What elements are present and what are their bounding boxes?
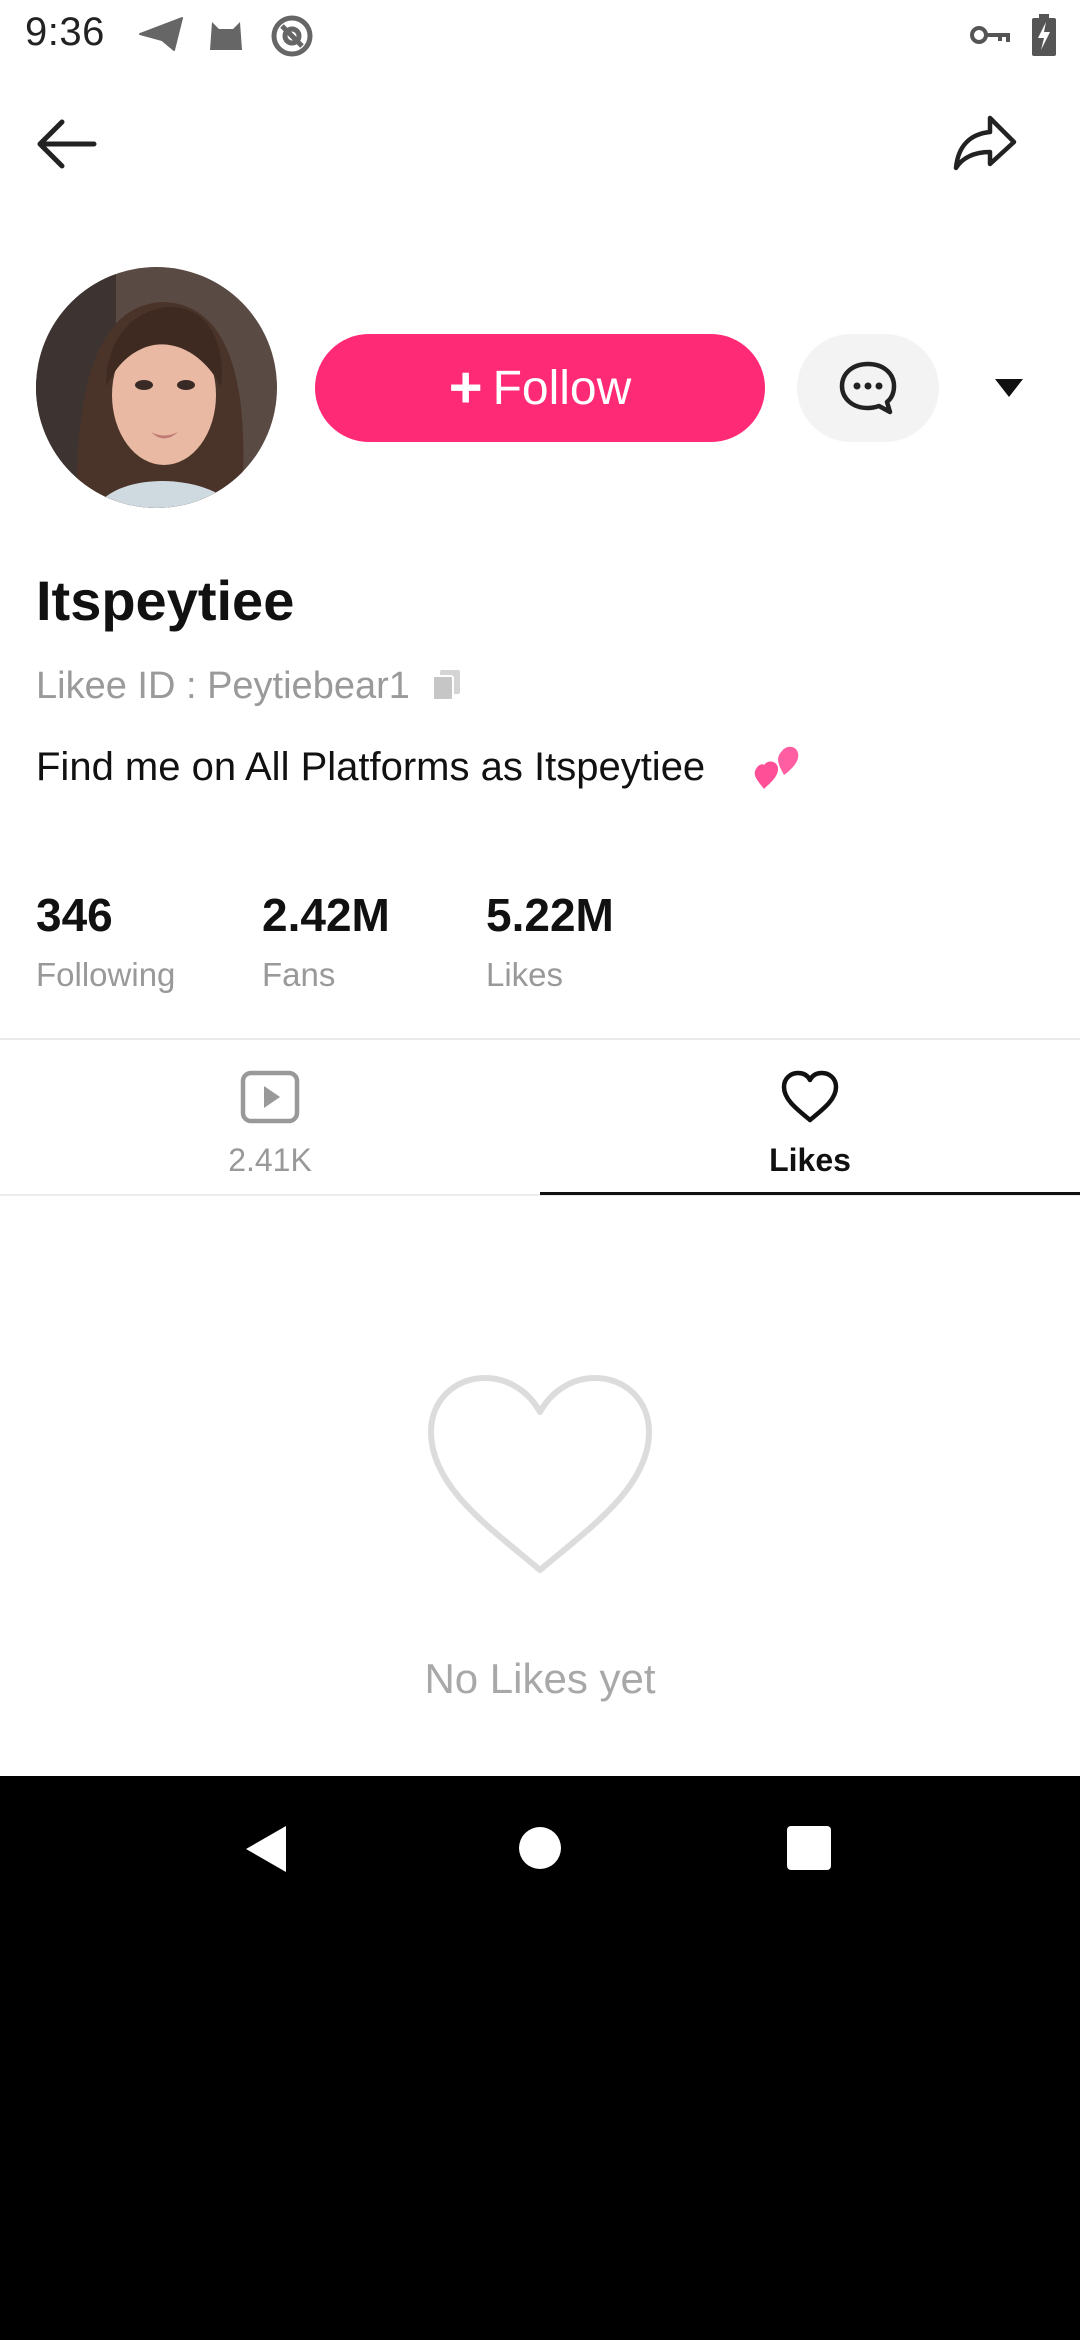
system-nav-bar — [0, 1776, 1080, 1916]
share-arrow-icon — [953, 115, 1017, 171]
username: Itspeytiee — [36, 569, 295, 632]
plus-icon: + — [448, 355, 483, 420]
follow-button[interactable]: + Follow — [315, 334, 765, 442]
nav-back-button[interactable] — [244, 1824, 288, 1879]
avatar-photo — [36, 267, 277, 508]
tab-likes[interactable]: Likes — [540, 1040, 1080, 1196]
stat-label: Following — [36, 956, 176, 993]
home-circle-icon — [519, 1827, 561, 1869]
content-tabs: 2.41K Likes — [0, 1040, 1080, 1196]
recents-square-icon — [787, 1826, 831, 1870]
two-hearts-emoji — [752, 745, 804, 798]
empty-state-text: No Likes yet — [424, 1655, 656, 1702]
stat-fans[interactable]: 2.42M Fans — [262, 888, 390, 994]
stat-value: 5.22M — [486, 889, 614, 941]
share-button[interactable] — [952, 112, 1018, 177]
more-dropdown-button[interactable] — [984, 370, 1034, 406]
nav-home-button[interactable] — [518, 1826, 562, 1875]
chat-bubble-icon — [839, 361, 897, 415]
heart-outline-icon — [780, 1070, 840, 1129]
active-tab-indicator — [540, 1192, 1080, 1195]
back-button[interactable] — [34, 116, 98, 177]
status-time: 9:36 — [25, 10, 105, 54]
avatar[interactable] — [36, 267, 277, 508]
at-sign-icon — [270, 14, 314, 63]
arrow-left-icon — [37, 119, 97, 169]
stat-following[interactable]: 346 Following — [36, 888, 175, 994]
cat-icon — [206, 14, 246, 59]
video-play-icon — [240, 1070, 300, 1129]
bio-text: Find me on All Platforms as Itspeytiee — [36, 745, 706, 789]
stat-likes[interactable]: 5.22M Likes — [486, 888, 614, 994]
stat-label: Likes — [486, 956, 564, 993]
message-button[interactable] — [797, 334, 939, 442]
status-bar: 9:36 — [0, 0, 1080, 72]
stat-value: 2.42M — [262, 889, 390, 941]
copy-icon[interactable] — [430, 668, 464, 707]
profile-screen: 9:36 + Follow Itspeytiee Likee ID: Peyt… — [0, 0, 1080, 1776]
stat-label: Fans — [262, 956, 336, 993]
stat-value: 346 — [36, 889, 113, 941]
key-icon — [970, 22, 1010, 53]
follow-label: Follow — [492, 361, 632, 415]
tab-videos-label: 2.41K — [228, 1142, 312, 1178]
caret-down-icon — [995, 379, 1023, 397]
empty-heart-icon — [423, 1370, 657, 1585]
paper-plane-icon — [138, 14, 184, 59]
tab-videos[interactable]: 2.41K — [0, 1040, 540, 1196]
back-triangle-icon — [246, 1826, 286, 1872]
tab-likes-label: Likes — [769, 1142, 851, 1178]
battery-charging-icon — [1032, 14, 1056, 61]
nav-recents-button[interactable] — [787, 1826, 831, 1875]
likee-id: Likee ID : Peytiebear1 — [36, 665, 410, 707]
